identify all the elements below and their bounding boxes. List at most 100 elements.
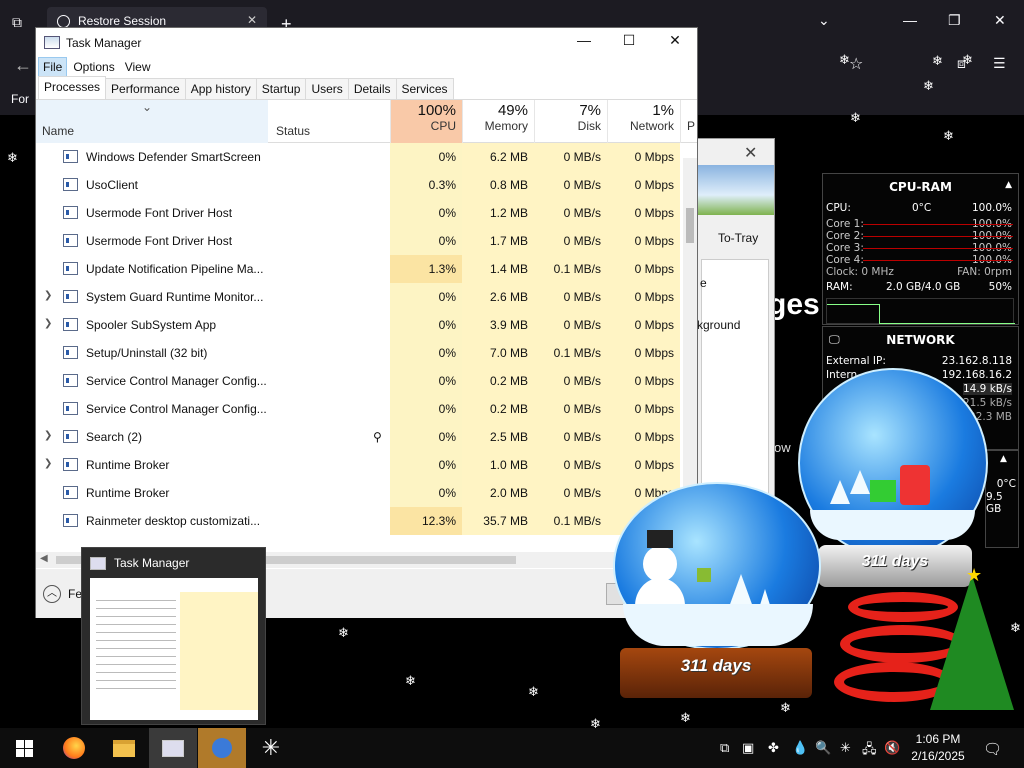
process-cpu: 12.3%: [421, 514, 456, 528]
column-network[interactable]: 1% Network: [607, 100, 680, 143]
tab-users[interactable]: Users: [305, 78, 349, 99]
process-row[interactable]: Setup/Uninstall (32 bit) 0% 7.0 MB 0.1 MB/s…: [36, 339, 682, 367]
tab-startup[interactable]: Startup: [255, 78, 307, 99]
tab-services[interactable]: Services: [395, 78, 454, 99]
task-manager-taskbar-button[interactable]: [149, 728, 197, 768]
process-row[interactable]: Usermode Font Driver Host 0% 1.7 MB 0 MB/s 0…: [36, 227, 682, 255]
collapse-icon[interactable]: ▲: [1005, 180, 1012, 190]
maximize-icon[interactable]: ☐: [614, 32, 644, 49]
ram-label: RAM:: [826, 281, 853, 293]
expand-chevron-icon[interactable]: ❯: [44, 430, 52, 441]
app-taskbar-button[interactable]: [198, 728, 246, 768]
firefox-taskbar-button[interactable]: [50, 728, 98, 768]
chevron-up-icon[interactable]: ︿: [43, 585, 61, 603]
chevron-down-icon[interactable]: ⌄: [818, 12, 830, 29]
maximize-icon[interactable]: ❐: [948, 12, 961, 29]
ram-value: 2.0 GB/4.0 GB: [886, 281, 961, 293]
to-tray-button[interactable]: To-Tray: [718, 231, 758, 245]
menu-view[interactable]: View: [121, 58, 155, 76]
process-row[interactable]: ❯ System Guard Runtime Monitor... 0% 2.6 MB…: [36, 283, 682, 311]
task-manager-icon: [90, 557, 106, 570]
notification-icon[interactable]: 🗨: [983, 740, 1002, 758]
system-clock[interactable]: 1:06 PM 2/16/2025: [902, 731, 974, 765]
process-disk: 0 MB/s: [563, 290, 601, 304]
snowflake-icon: ❄: [943, 128, 954, 143]
process-cpu: 0%: [438, 234, 456, 248]
title-bar[interactable]: Task Manager — ☐ ✕: [36, 28, 697, 57]
process-disk: 0.1 MB/s: [553, 262, 601, 276]
process-network: 0 Mbps: [634, 430, 674, 444]
panel-text-fragment: kground: [697, 318, 741, 332]
snowflake-icon: ❄: [680, 710, 691, 725]
process-row[interactable]: UsoClient 0.3% 0.8 MB 0 MB/s 0 Mbps: [36, 171, 682, 199]
scroll-thumb[interactable]: [686, 208, 694, 243]
collapse-icon[interactable]: ▲: [1000, 454, 1007, 464]
bookmark-star-icon[interactable]: ☆: [849, 54, 863, 74]
monitor-icon: 🖵: [829, 333, 840, 346]
folder-icon: [113, 739, 135, 757]
tab-details[interactable]: Details: [347, 78, 397, 99]
snowflake-icon: ❄: [528, 684, 539, 699]
minimize-icon[interactable]: —: [569, 32, 599, 48]
process-row[interactable]: Service Control Manager Config... 0% 0.2 M…: [36, 395, 682, 423]
process-row[interactable]: ❯ Runtime Broker 0% 1.0 MB 0 MB/s 0 Mbps: [36, 451, 682, 479]
expand-chevron-icon[interactable]: ❯: [44, 458, 52, 469]
column-memory[interactable]: 49% Memory: [462, 100, 534, 143]
process-cpu: 0%: [438, 346, 456, 360]
process-row[interactable]: Windows Defender SmartScreen 0% 6.2 MB 0 MB…: [36, 143, 682, 171]
process-row[interactable]: Usermode Font Driver Host 0% 1.2 MB 0 MB/s 0…: [36, 199, 682, 227]
start-button[interactable]: [0, 728, 48, 768]
close-tab-icon[interactable]: ✕: [247, 13, 257, 27]
close-icon[interactable]: ✕: [744, 143, 757, 163]
process-row[interactable]: ❯ Search (2) 0% 2.5 MB 0 MB/s 0 Mbps: [36, 423, 682, 451]
column-power[interactable]: P: [680, 100, 697, 143]
file-explorer-taskbar-button[interactable]: [100, 728, 148, 768]
disk-size: 9.5 GB: [986, 491, 1003, 515]
back-arrow-icon[interactable]: ←: [14, 55, 32, 76]
process-row[interactable]: Rainmeter desktop customizati... 12.3% 35.…: [36, 507, 682, 535]
tray-icon[interactable]: ▣: [742, 740, 754, 756]
process-network: 0 Mbps: [634, 402, 674, 416]
menu-file[interactable]: File: [38, 57, 68, 77]
menu-options[interactable]: Options: [69, 58, 118, 76]
snowflake-taskbar-button[interactable]: ✳: [247, 728, 295, 768]
process-row[interactable]: Runtime Broker 0% 2.0 MB 0 MB/s 0 Mbps: [36, 479, 682, 507]
star-icon: ★: [966, 565, 983, 585]
process-disk: 0 MB/s: [563, 402, 601, 416]
process-row[interactable]: Service Control Manager Config... 0% 0.2 M…: [36, 367, 682, 395]
column-cpu[interactable]: 100% CPU: [390, 100, 462, 143]
disk-total: 7%: [579, 102, 601, 119]
tab-processes[interactable]: Processes: [38, 76, 107, 99]
fewer-details-link[interactable]: Fe: [68, 587, 82, 601]
process-row[interactable]: Update Notification Pipeline Ma... 1.3% 1.…: [36, 255, 682, 283]
volume-muted-icon[interactable]: 🔇: [884, 740, 900, 756]
tab-performance[interactable]: Performance: [105, 78, 186, 99]
close-icon[interactable]: ✕: [994, 12, 1006, 29]
tray-icon[interactable]: ⧉: [720, 740, 729, 756]
tab-list-icon[interactable]: ⧉: [12, 14, 22, 31]
water-drop-icon[interactable]: 💧: [792, 740, 808, 756]
expand-chevron-icon[interactable]: ❯: [44, 290, 52, 301]
process-row[interactable]: ❯ Spooler SubSystem App 0% 3.9 MB 0 MB/s 0 Mb…: [36, 311, 682, 339]
column-disk[interactable]: 7% Disk: [534, 100, 607, 143]
snowflake-icon: ❄: [932, 53, 943, 68]
system-skin: ▲ 0°C 9.5 GB: [985, 450, 1019, 548]
tab-app-history[interactable]: App history: [184, 78, 257, 99]
process-cpu: 0%: [438, 458, 456, 472]
scroll-left-icon[interactable]: ◀: [40, 553, 48, 564]
menu-icon[interactable]: ☰: [993, 55, 1006, 72]
minimize-icon[interactable]: —: [903, 12, 917, 28]
cpu-ram-skin: CPU-RAM ▲ CPU: 0°C 100.0% Core 1: 100.0% …: [822, 173, 1019, 325]
search-icon[interactable]: 🔍: [815, 740, 831, 756]
expand-chevron-icon[interactable]: ❯: [44, 318, 52, 329]
snowflake-tray-icon[interactable]: ✳: [840, 740, 851, 756]
days-counter: 311 days: [680, 656, 752, 675]
column-status[interactable]: Status: [276, 124, 310, 138]
column-name[interactable]: Name: [42, 124, 74, 138]
close-icon[interactable]: ✕: [660, 32, 690, 49]
tray-icon[interactable]: ✤: [768, 740, 779, 756]
network-icon[interactable]: 🖧: [862, 740, 877, 762]
taskbar-thumbnail-preview[interactable]: Task Manager: [81, 547, 266, 725]
process-memory: 3.9 MB: [489, 318, 528, 332]
snow-globe-large: [798, 368, 988, 558]
